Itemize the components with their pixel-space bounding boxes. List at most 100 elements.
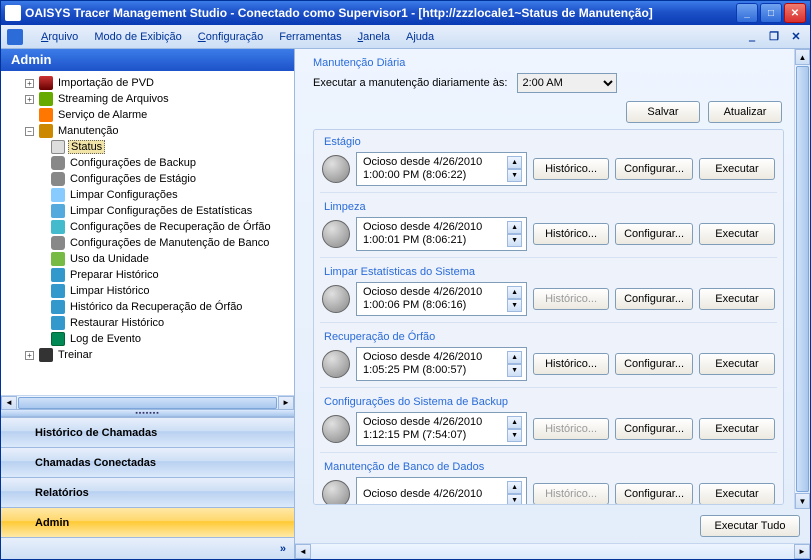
disk-icon (51, 300, 65, 314)
nav-reports[interactable]: Relatórios (1, 477, 294, 507)
status-text: Ocioso desde 4/26/20101:00:00 PM (8:06:2… (356, 152, 527, 186)
minimize-button[interactable]: _ (736, 3, 758, 23)
menu-app-icon (7, 29, 23, 45)
run-button[interactable]: Executar (699, 158, 775, 180)
configure-button[interactable]: Configurar... (615, 288, 693, 310)
gear-icon (51, 204, 65, 218)
maint-icon (39, 124, 53, 138)
group-title: Manutenção de Banco de Dados (320, 459, 777, 477)
menu-ferramentas[interactable]: Ferramentas (271, 29, 349, 45)
spin-up-icon[interactable]: ▲ (507, 351, 522, 364)
tree-clearstats[interactable]: Limpar Configurações de Estatísticas (51, 203, 294, 219)
run-all-button[interactable]: Executar Tudo (700, 515, 800, 537)
nav-callhist[interactable]: Histórico de Chamadas (1, 417, 294, 447)
group-title: Limpeza (320, 199, 777, 217)
configure-button[interactable]: Configurar... (615, 223, 693, 245)
tree-alarm[interactable]: Serviço de Alarme (25, 107, 294, 123)
sidebar-overflow[interactable]: » (1, 537, 294, 559)
menu-arquivo[interactable]: Arquivo (33, 29, 86, 45)
history-button[interactable]: Histórico... (533, 353, 609, 375)
tree-stagecfg[interactable]: Configurações de Estágio (51, 171, 294, 187)
scroll-right-icon[interactable]: ► (278, 396, 294, 410)
status-text: Ocioso desde 4/26/20101:00:06 PM (8:06:1… (356, 282, 527, 316)
tree-train[interactable]: +Treinar (25, 347, 294, 363)
menu-janela[interactable]: Janela (350, 29, 398, 45)
spin-up-icon[interactable]: ▲ (507, 221, 522, 234)
history-button: Histórico... (533, 483, 609, 505)
spin-down-icon[interactable]: ▼ (507, 494, 522, 505)
nav-connected[interactable]: Chamadas Conectadas (1, 447, 294, 477)
tree-backupcfg[interactable]: Configurações de Backup (51, 155, 294, 171)
scroll-up-icon[interactable]: ▲ (795, 49, 810, 65)
group-title: Limpar Estatísticas do Sistema (320, 264, 777, 282)
scroll-down-icon[interactable]: ▼ (795, 493, 810, 509)
tree-stream[interactable]: +Streaming de Arquivos (25, 91, 294, 107)
tree-maint[interactable]: −Manutenção (25, 123, 294, 139)
run-button[interactable]: Executar (699, 483, 775, 505)
mdi-restore[interactable]: ❐ (766, 30, 782, 43)
nav-admin[interactable]: Admin (1, 507, 294, 537)
db-icon (51, 172, 65, 186)
configure-button[interactable]: Configurar... (615, 353, 693, 375)
history-button[interactable]: Histórico... (533, 223, 609, 245)
db-icon (51, 236, 65, 250)
history-button: Histórico... (533, 288, 609, 310)
status-indicator-icon (322, 155, 350, 183)
menu-config[interactable]: Configuração (190, 29, 271, 45)
sidebar-title: Admin (1, 49, 294, 71)
tree-hscroll[interactable]: ◄ ► (1, 395, 294, 409)
spin-up-icon[interactable]: ▲ (507, 481, 522, 494)
history-button[interactable]: Histórico... (533, 158, 609, 180)
tree-recovercfg[interactable]: Configurações de Recuperação de Órfão (51, 219, 294, 235)
spin-up-icon[interactable]: ▲ (507, 156, 522, 169)
tree[interactable]: +Importação de PVD +Streaming de Arquivo… (1, 71, 294, 395)
run-button[interactable]: Executar (699, 418, 775, 440)
spin-down-icon[interactable]: ▼ (507, 299, 522, 312)
vscroll-thumb[interactable] (796, 66, 809, 492)
tree-unitusage[interactable]: Uso da Unidade (51, 251, 294, 267)
tree-status[interactable]: Status (51, 139, 294, 155)
spin-up-icon[interactable]: ▲ (507, 286, 522, 299)
tree-restorehist[interactable]: Restaurar Histórico (51, 315, 294, 331)
spin-down-icon[interactable]: ▼ (507, 364, 522, 377)
close-button[interactable]: ✕ (784, 3, 806, 23)
tree-maintcfg[interactable]: Configurações de Manutenção de Banco (51, 235, 294, 251)
spin-up-icon[interactable]: ▲ (507, 416, 522, 429)
save-button[interactable]: Salvar (626, 101, 700, 123)
refresh-button[interactable]: Atualizar (708, 101, 782, 123)
run-button[interactable]: Executar (699, 353, 775, 375)
configure-button[interactable]: Configurar... (615, 418, 693, 440)
spin-down-icon[interactable]: ▼ (507, 169, 522, 182)
disk-icon (51, 316, 65, 330)
scroll-thumb[interactable] (18, 397, 277, 409)
daily-time-select[interactable]: 2:00 AM (517, 73, 617, 93)
menu-modo[interactable]: Modo de Exibição (86, 29, 189, 45)
tree-clearcfg[interactable]: Limpar Configurações (51, 187, 294, 203)
group-title: Configurações do Sistema de Backup (320, 394, 777, 412)
status-text: Ocioso desde 4/26/20101:05:25 PM (8:00:5… (356, 347, 527, 381)
scroll-right-icon[interactable]: ► (794, 544, 810, 559)
mdi-close[interactable]: ✕ (788, 30, 804, 43)
scroll-left-icon[interactable]: ◄ (1, 396, 17, 410)
menu-ajuda[interactable]: Ajuda (398, 29, 442, 45)
tree-clearhist[interactable]: Limpar Histórico (51, 283, 294, 299)
configure-button[interactable]: Configurar... (615, 483, 693, 505)
spin-down-icon[interactable]: ▼ (507, 234, 522, 247)
tree-eventlog[interactable]: Log de Evento (51, 331, 294, 347)
tree-pvd[interactable]: +Importação de PVD (25, 75, 294, 91)
tree-orphanhist[interactable]: Histórico da Recuperação de Órfão (51, 299, 294, 315)
run-button[interactable]: Executar (699, 288, 775, 310)
main-vscroll[interactable]: ▲ ▼ (794, 49, 810, 509)
tree-prephist[interactable]: Preparar Histórico (51, 267, 294, 283)
configure-button[interactable]: Configurar... (615, 158, 693, 180)
status-text: Ocioso desde 4/26/20101:12:15 PM (7:54:0… (356, 412, 527, 446)
run-button[interactable]: Executar (699, 223, 775, 245)
pvd-icon (39, 76, 53, 90)
maximize-button[interactable]: □ (760, 3, 782, 23)
main-hscroll[interactable]: ◄ ► (295, 543, 810, 559)
train-icon (39, 348, 53, 362)
scroll-left-icon[interactable]: ◄ (295, 544, 311, 559)
splitter-grip[interactable]: ▪▪▪▪▪▪▪ (1, 409, 294, 417)
spin-down-icon[interactable]: ▼ (507, 429, 522, 442)
mdi-minimize[interactable]: ‗ (744, 30, 760, 43)
